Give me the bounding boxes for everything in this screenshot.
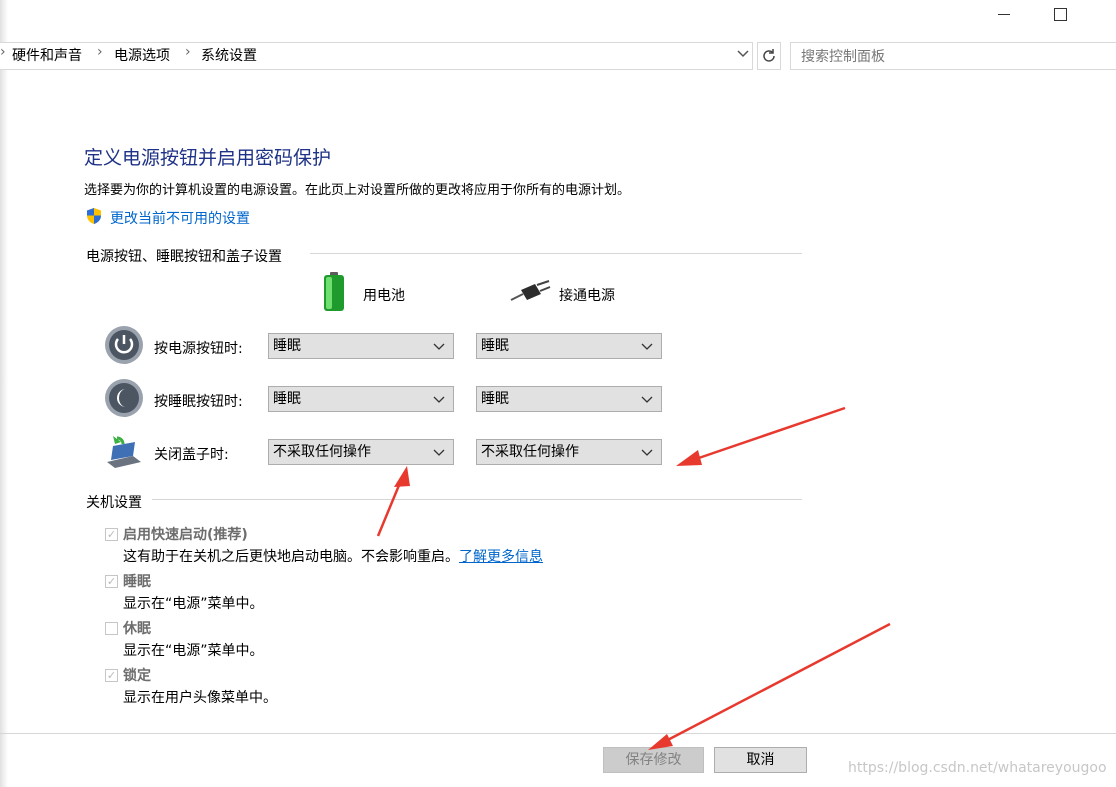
fast-startup-checkbox[interactable]: ✓ — [105, 528, 118, 541]
uac-shield-icon — [85, 207, 103, 225]
breadcrumb-hardware-sound[interactable]: 硬件和声音 — [12, 45, 82, 65]
lid-close-plugged-select[interactable]: 不采取任何操作 — [476, 439, 662, 465]
annotation-arrow-to-battery-select — [376, 466, 410, 537]
maximize-icon[interactable] — [1054, 8, 1067, 21]
breadcrumb-separator[interactable]: › — [185, 44, 191, 60]
annotation-arrow-to-plugged-select — [676, 406, 846, 466]
select-value: 睡眠 — [481, 391, 509, 407]
lock-checkbox[interactable]: ✓ — [105, 669, 118, 682]
hibernate-checkbox[interactable] — [105, 622, 118, 635]
sleep-button-battery-select[interactable]: 睡眠 — [268, 386, 454, 412]
select-value: 不采取任何操作 — [273, 444, 371, 460]
annotation-arrow-to-save-button — [648, 622, 891, 750]
battery-column-header: 用电池 — [363, 288, 405, 304]
hibernate-label: 休眠 — [123, 621, 151, 637]
address-dropdown-chevron-icon[interactable] — [736, 46, 752, 64]
lid-close-label: 关闭盖子时: — [154, 447, 229, 463]
shutdown-section-heading: 关机设置 — [86, 495, 142, 511]
sleep-button-icon — [104, 378, 144, 418]
sleep-label: 睡眠 — [123, 574, 151, 590]
save-changes-button[interactable]: 保存修改 — [603, 747, 704, 773]
laptop-lid-icon — [103, 432, 143, 472]
select-value: 睡眠 — [273, 338, 301, 354]
select-value: 睡眠 — [481, 338, 509, 354]
chevron-down-icon — [433, 387, 445, 420]
minimize-icon[interactable] — [998, 14, 1010, 15]
chevron-down-icon — [641, 387, 653, 420]
power-button-plugged-select[interactable]: 睡眠 — [476, 333, 662, 359]
page-description: 选择要为你的计算机设置的电源设置。在此页上对设置所做的更改将应用于你所有的电源计… — [84, 183, 631, 198]
fast-startup-desc-text: 这有助于在关机之后更快地启动电脑。不会影响重启。 — [123, 549, 459, 565]
window-left-edge — [0, 0, 8, 787]
sleep-checkbox[interactable]: ✓ — [105, 575, 118, 588]
power-buttons-section-heading: 电源按钮、睡眠按钮和盖子设置 — [86, 249, 282, 265]
battery-icon — [322, 272, 346, 312]
change-unavailable-settings-link[interactable]: 更改当前不可用的设置 — [110, 208, 250, 228]
search-input[interactable]: 搜索控制面板 — [801, 46, 885, 66]
hibernate-description: 显示在“电源”菜单中。 — [123, 643, 264, 659]
chevron-down-icon — [641, 334, 653, 367]
lid-close-battery-select[interactable]: 不采取任何操作 — [268, 439, 454, 465]
sleep-button-plugged-select[interactable]: 睡眠 — [476, 386, 662, 412]
address-bar[interactable] — [0, 42, 753, 70]
power-plug-icon — [509, 280, 551, 304]
plugged-in-column-header: 接通电源 — [559, 288, 615, 304]
watermark: https://blog.csdn.net/whatareyougoo — [848, 760, 1107, 776]
chevron-down-icon — [433, 334, 445, 367]
sleep-button-label: 按睡眠按钮时: — [154, 394, 243, 410]
breadcrumb-separator[interactable]: › — [97, 44, 103, 60]
lock-label: 锁定 — [123, 668, 151, 684]
section-divider — [310, 253, 802, 254]
lock-description: 显示在用户头像菜单中。 — [123, 690, 277, 706]
power-button-label: 按电源按钮时: — [154, 341, 243, 357]
select-value: 睡眠 — [273, 391, 301, 407]
power-button-icon — [104, 325, 144, 365]
refresh-icon[interactable] — [757, 42, 781, 70]
fast-startup-label: 启用快速启动(推荐) — [123, 527, 248, 543]
sleep-description: 显示在“电源”菜单中。 — [123, 596, 264, 612]
footer-divider — [0, 733, 1116, 734]
power-button-battery-select[interactable]: 睡眠 — [268, 333, 454, 359]
chevron-down-icon — [641, 440, 653, 473]
select-value: 不采取任何操作 — [481, 444, 579, 460]
section-divider — [152, 499, 802, 500]
breadcrumb-root-chevron-icon[interactable]: › — [0, 44, 6, 60]
cancel-button[interactable]: 取消 — [714, 747, 807, 773]
breadcrumb-system-settings: 系统设置 — [201, 48, 257, 64]
breadcrumb-power-options[interactable]: 电源选项 — [114, 45, 170, 65]
chevron-down-icon — [433, 440, 445, 473]
page-title: 定义电源按钮并启用密码保护 — [84, 147, 332, 169]
learn-more-link[interactable]: 了解更多信息 — [459, 549, 543, 565]
fast-startup-description: 这有助于在关机之后更快地启动电脑。不会影响重启。了解更多信息 — [123, 546, 543, 566]
